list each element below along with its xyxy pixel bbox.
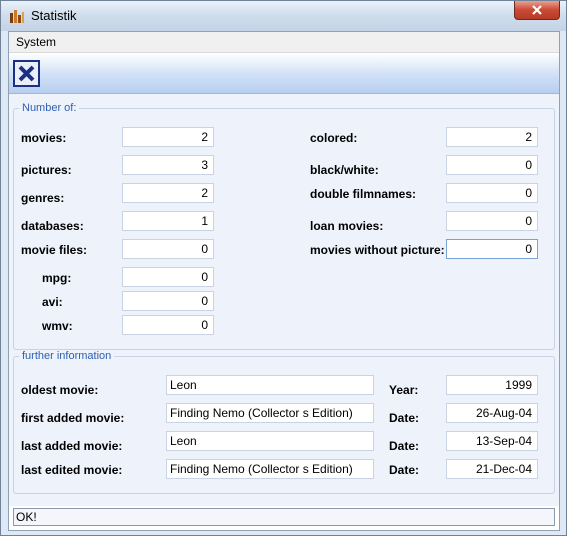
genres-label: genres: [21, 191, 65, 205]
movies-without-picture-label: movies without picture: [310, 243, 445, 257]
last-added-date-label: Date: [389, 439, 420, 453]
last-edited-date-label: Date: [389, 463, 420, 477]
double-filmnames-count[interactable]: 0 [446, 183, 538, 203]
last-added-date[interactable]: 13-Sep-04 [446, 431, 538, 451]
app-icon [10, 10, 24, 23]
pictures-label: pictures: [21, 163, 72, 177]
black-white-label: black/white: [310, 163, 379, 177]
status-bar: OK! [13, 508, 555, 526]
statistik-window: Statistik System Number of: movies: 2 pi… [0, 0, 567, 536]
first-added-movie-field[interactable]: Finding Nemo (Collector s Edition) [166, 403, 374, 423]
statistics-panel: Number of: movies: 2 pictures: 3 genres:… [9, 94, 559, 506]
first-added-movie-label: first added movie: [21, 411, 125, 425]
databases-label: databases: [21, 219, 84, 233]
colored-count[interactable]: 2 [446, 127, 538, 147]
last-added-movie-field[interactable]: Leon [166, 431, 374, 451]
mpg-label: mpg: [42, 271, 72, 285]
colored-label: colored: [310, 131, 358, 145]
loan-movies-label: loan movies: [310, 219, 384, 233]
movie-files-label: movie files: [21, 243, 88, 257]
last-added-movie-label: last added movie: [21, 439, 123, 453]
close-icon [532, 5, 542, 15]
toolbar [9, 53, 559, 94]
databases-count[interactable]: 1 [122, 211, 214, 231]
further-information-title: further information [19, 350, 115, 362]
movie-files-count[interactable]: 0 [122, 239, 214, 259]
genres-count[interactable]: 2 [122, 183, 214, 203]
loan-movies-count[interactable]: 0 [446, 211, 538, 231]
last-edited-movie-field[interactable]: Finding Nemo (Collector s Edition) [166, 459, 374, 479]
movies-label: movies: [21, 131, 67, 145]
avi-label: avi: [42, 295, 63, 309]
first-added-date[interactable]: 26-Aug-04 [446, 403, 538, 423]
last-edited-date[interactable]: 21-Dec-04 [446, 459, 538, 479]
movies-without-picture-count[interactable]: 0 [446, 239, 538, 259]
movies-count[interactable]: 2 [122, 127, 214, 147]
oldest-movie-year[interactable]: 1999 [446, 375, 538, 395]
pictures-count[interactable]: 3 [122, 155, 214, 175]
menu-system[interactable]: System [16, 35, 56, 49]
double-filmnames-label: double filmnames: [310, 187, 417, 201]
black-white-count[interactable]: 0 [446, 155, 538, 175]
avi-count[interactable]: 0 [122, 291, 214, 311]
first-added-date-label: Date: [389, 411, 420, 425]
client-area: System Number of: movies: 2 pictures: 3 … [8, 31, 560, 531]
oldest-movie-label: oldest movie: [21, 383, 99, 397]
toolbar-close-button[interactable] [13, 60, 40, 87]
window-close-button[interactable] [514, 1, 560, 20]
year-label: Year: [389, 383, 419, 397]
close-icon [18, 65, 35, 82]
menu-bar: System [9, 32, 559, 53]
wmv-count[interactable]: 0 [122, 315, 214, 335]
oldest-movie-field[interactable]: Leon [166, 375, 374, 395]
last-edited-movie-label: last edited movie: [21, 463, 123, 477]
title-bar: Statistik [1, 1, 566, 31]
wmv-label: wmv: [42, 319, 73, 333]
mpg-count[interactable]: 0 [122, 267, 214, 287]
window-title: Statistik [31, 8, 77, 23]
number-of-title: Number of: [19, 102, 80, 114]
